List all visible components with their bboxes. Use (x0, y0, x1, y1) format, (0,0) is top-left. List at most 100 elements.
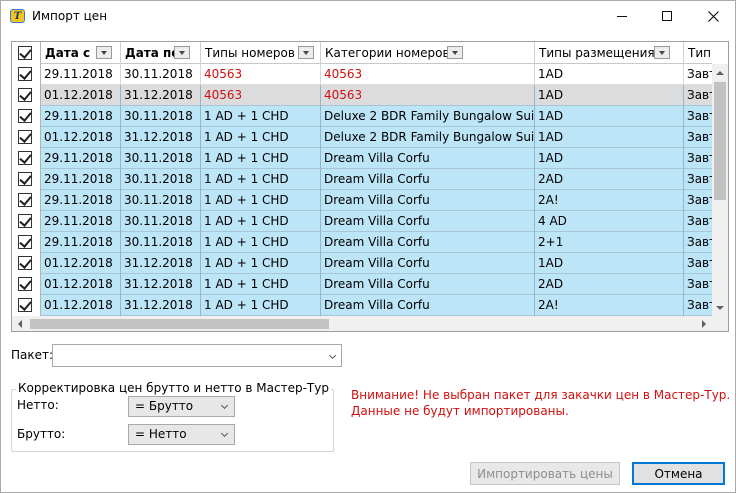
table-cell[interactable]: 1 AD + 1 CHD (201, 169, 321, 190)
select-all-checkbox[interactable] (18, 46, 32, 60)
table-cell[interactable]: 2AD (535, 274, 684, 295)
row-checkbox[interactable] (18, 193, 32, 207)
horizontal-scrollbar[interactable] (12, 316, 712, 331)
table-row[interactable]: 29.11.2018 30.11.2018 1 AD + 1 CHD Dream Vi… (12, 148, 712, 169)
table-cell[interactable]: 29.11.2018 (41, 232, 121, 253)
table-cell[interactable]: 1AD (535, 253, 684, 274)
row-checkbox[interactable] (18, 88, 32, 102)
table-cell[interactable]: Dream Villa Corfu (321, 169, 535, 190)
table-cell[interactable]: 30.11.2018 (121, 211, 201, 232)
table-cell[interactable]: 29.11.2018 (41, 211, 121, 232)
table-cell[interactable]: Dream Villa Corfu (321, 253, 535, 274)
table-cell[interactable]: 30.11.2018 (121, 106, 201, 127)
table-cell[interactable]: 01.12.2018 (41, 295, 121, 316)
table-row[interactable]: 29.11.2018 30.11.2018 1 AD + 1 CHD Deluxe 2… (12, 106, 712, 127)
column-filter-dropdown-icon[interactable] (96, 46, 112, 59)
table-row[interactable]: 29.11.2018 30.11.2018 1 AD + 1 CHD Dream Vi… (12, 190, 712, 211)
table-cell[interactable]: 2A! (535, 295, 684, 316)
maximize-button[interactable] (644, 1, 690, 31)
scroll-up-icon[interactable] (716, 71, 724, 75)
table-cell[interactable]: 1AD (535, 106, 684, 127)
table-row[interactable]: 29.11.2018 30.11.2018 1 AD + 1 CHD Dream Vi… (12, 232, 712, 253)
table-cell[interactable]: 1AD (535, 148, 684, 169)
table-cell[interactable]: 30.11.2018 (121, 169, 201, 190)
vertical-scroll-thumb[interactable] (714, 82, 726, 200)
table-row[interactable]: 29.11.201830.11.201840563405631ADЗавтра (12, 64, 712, 85)
table-cell[interactable]: 40563 (201, 64, 321, 85)
minimize-button[interactable] (599, 1, 645, 31)
table-cell[interactable]: Завтра (684, 190, 712, 211)
table-cell[interactable]: 40563 (321, 85, 535, 106)
column-filter-dropdown-icon[interactable] (298, 46, 314, 59)
table-cell[interactable]: 29.11.2018 (41, 106, 121, 127)
table-cell[interactable]: Deluxe 2 BDR Family Bungalow Suite SF (321, 127, 535, 148)
table-cell[interactable]: 1 AD + 1 CHD (201, 106, 321, 127)
table-cell[interactable]: 30.11.2018 (121, 232, 201, 253)
table-row[interactable]: 01.12.2018 31.12.2018 1 AD + 1 CHD Dream Vi… (12, 253, 712, 274)
table-cell[interactable]: Завтра (684, 64, 712, 85)
table-cell[interactable]: 29.11.2018 (41, 190, 121, 211)
packet-dropdown[interactable] (52, 344, 342, 367)
table-cell[interactable]: 31.12.2018 (121, 253, 201, 274)
row-checkbox[interactable] (18, 277, 32, 291)
table-cell[interactable]: 2AD (535, 169, 684, 190)
row-checkbox[interactable] (18, 67, 32, 81)
table-row[interactable]: 29.11.2018 30.11.2018 1 AD + 1 CHD Dream Vi… (12, 211, 712, 232)
table-cell[interactable]: 1AD (535, 64, 684, 85)
gross-dropdown[interactable]: = Нетто (128, 424, 235, 445)
table-cell[interactable]: Завтра (684, 106, 712, 127)
table-cell[interactable]: 1 AD + 1 CHD (201, 127, 321, 148)
table-cell[interactable]: 1AD (535, 85, 684, 106)
table-cell[interactable]: 29.11.2018 (41, 148, 121, 169)
table-cell[interactable]: 1AD (535, 127, 684, 148)
table-cell[interactable]: 29.11.2018 (41, 64, 121, 85)
table-cell[interactable]: Завтра (684, 274, 712, 295)
row-checkbox[interactable] (18, 235, 32, 249)
row-checkbox[interactable] (18, 151, 32, 165)
table-cell[interactable]: 01.12.2018 (41, 127, 121, 148)
table-cell[interactable]: 30.11.2018 (121, 148, 201, 169)
table-cell[interactable]: 01.12.2018 (41, 85, 121, 106)
table-cell[interactable]: 31.12.2018 (121, 85, 201, 106)
table-cell[interactable]: 1 AD + 1 CHD (201, 190, 321, 211)
table-cell[interactable]: 2A! (535, 190, 684, 211)
scroll-down-icon[interactable] (716, 306, 724, 310)
table-cell[interactable]: 40563 (201, 85, 321, 106)
column-header[interactable]: Типы (684, 42, 712, 64)
table-cell[interactable]: Завтра (684, 211, 712, 232)
table-cell[interactable]: Завтра (684, 127, 712, 148)
table-cell[interactable]: 01.12.2018 (41, 274, 121, 295)
table-cell[interactable]: Dream Villa Corfu (321, 232, 535, 253)
table-cell[interactable]: 1 AD + 1 CHD (201, 253, 321, 274)
table-cell[interactable]: Завтра (684, 253, 712, 274)
table-cell[interactable]: 1 AD + 1 CHD (201, 148, 321, 169)
table-cell[interactable]: Dream Villa Corfu (321, 295, 535, 316)
table-cell[interactable]: Deluxe 2 BDR Family Bungalow Suite SF (321, 106, 535, 127)
scroll-right-icon[interactable] (702, 320, 706, 328)
table-cell[interactable]: Завтра (684, 85, 712, 106)
table-cell[interactable]: Завтра (684, 169, 712, 190)
vertical-scrollbar[interactable] (712, 64, 728, 316)
table-cell[interactable]: 31.12.2018 (121, 295, 201, 316)
table-cell[interactable]: 1 AD + 1 CHD (201, 274, 321, 295)
table-cell[interactable]: 30.11.2018 (121, 64, 201, 85)
row-checkbox[interactable] (18, 256, 32, 270)
table-cell[interactable]: 1 AD + 1 CHD (201, 211, 321, 232)
table-cell[interactable]: Dream Villa Corfu (321, 211, 535, 232)
cancel-button[interactable]: Отмена (632, 462, 725, 485)
table-row[interactable]: 01.12.2018 31.12.2018 1 AD + 1 CHD Dream Vi… (12, 295, 712, 316)
row-checkbox[interactable] (18, 172, 32, 186)
table-cell[interactable]: 40563 (321, 64, 535, 85)
column-filter-dropdown-icon[interactable] (447, 46, 463, 59)
table-cell[interactable]: Завтра (684, 295, 712, 316)
horizontal-scroll-thumb[interactable] (30, 319, 329, 329)
table-cell[interactable]: 4 AD (535, 211, 684, 232)
table-row[interactable]: 01.12.2018 31.12.2018 1 AD + 1 CHD Dream Vi… (12, 274, 712, 295)
table-row[interactable]: 01.12.201831.12.201840563405631ADЗавтра (12, 85, 712, 106)
table-cell[interactable]: 01.12.2018 (41, 253, 121, 274)
column-filter-dropdown-icon[interactable] (654, 46, 670, 59)
scroll-left-icon[interactable] (18, 320, 22, 328)
close-button[interactable] (690, 1, 736, 31)
table-cell[interactable]: 1 AD + 1 CHD (201, 295, 321, 316)
row-checkbox[interactable] (18, 298, 32, 312)
